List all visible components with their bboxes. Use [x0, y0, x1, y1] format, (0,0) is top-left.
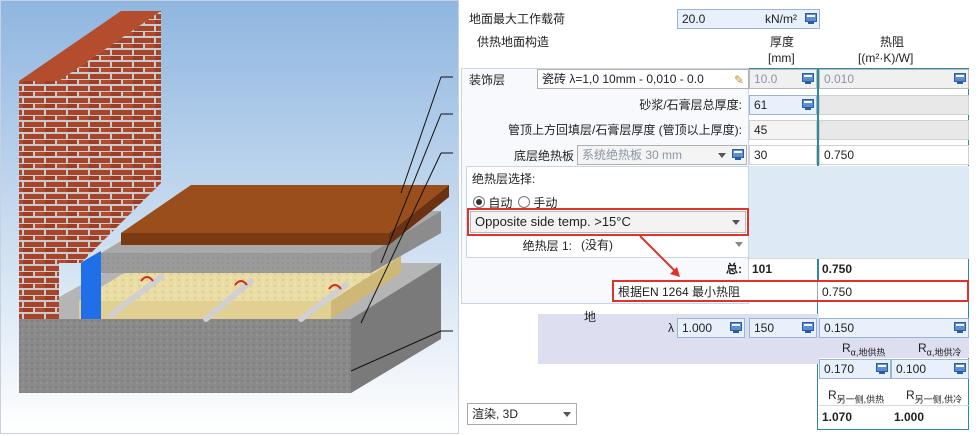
ground-resistance-value: 0.150: [824, 321, 855, 335]
finish-layer-thickness-value: 10.0: [754, 72, 778, 86]
pencil-icon[interactable]: ✎: [734, 71, 744, 88]
ground-thickness-field[interactable]: 150: [749, 318, 817, 338]
ground-lambda-field[interactable]: 1.000: [677, 318, 745, 338]
ground-thickness-value: 150: [754, 321, 775, 335]
radio-auto-circle[interactable]: [473, 196, 485, 208]
calculator-icon[interactable]: [954, 73, 966, 84]
insulation-layer1-label: 绝热层 1:: [522, 239, 572, 253]
calculator-icon[interactable]: [802, 73, 814, 84]
finish-layer-select-value: 瓷砖 λ=1,0 10mm - 0,010 - 0.0: [542, 72, 704, 86]
finish-layer-select[interactable]: 瓷砖 λ=1,0 10mm - 0,010 - 0.0 ✎: [537, 69, 749, 89]
ground-lambda-value: 1.000: [682, 321, 713, 335]
calculator-icon[interactable]: [876, 363, 888, 374]
ground-label: 地: [584, 310, 597, 324]
max-load-label: 地面最大工作载荷: [469, 12, 566, 26]
calculator-icon[interactable]: [954, 322, 966, 333]
total-divider: [747, 258, 969, 259]
screed-thickness-value: 61: [754, 98, 768, 112]
chevron-down-icon: [563, 412, 571, 417]
total-label: 总:: [726, 262, 742, 276]
thickness-empty-area: [747, 166, 819, 258]
ground-resistance-field[interactable]: 0.150: [819, 318, 969, 338]
floor-construction-3d-illustration: [1, 1, 458, 433]
r-alpha-heat-field[interactable]: 0.170: [819, 359, 891, 379]
en1264-resistance: 0.750: [822, 285, 853, 299]
base-insulation-select-value: 系统绝热板 30 mm: [582, 148, 683, 162]
screed-resistance-empty: [819, 95, 969, 115]
r-other-heat-value: 1.070: [822, 410, 853, 424]
base-insulation-resistance: 0.750: [819, 145, 969, 165]
screed-label: 砂浆/石膏层总厚度:: [639, 98, 742, 112]
base-insulation-thickness: 30: [749, 145, 817, 165]
r-other-divider: [819, 405, 969, 406]
r-alpha-cool-header: Rα,地供冷: [918, 341, 962, 358]
r-alpha-cool-value: 0.100: [896, 362, 927, 376]
above-pipe-thickness-value: 45: [754, 123, 768, 137]
base-insulation-label: 底层绝热板: [513, 149, 574, 163]
max-load-value: 20.0: [682, 12, 706, 26]
r-alpha-heat-value: 0.170: [824, 362, 855, 376]
r-other-cool-value: 1.000: [894, 410, 925, 424]
construction-title: 供热地面构造: [477, 35, 550, 49]
base-insulation-thickness-value: 30: [754, 148, 768, 162]
lambda-label: λ: [668, 321, 674, 335]
max-load-unit: kN/m²: [765, 12, 797, 26]
finish-layer-thickness[interactable]: 10.0: [749, 69, 817, 89]
thickness-column-header: 厚度: [770, 35, 795, 49]
calculator-icon[interactable]: [730, 322, 742, 333]
thickness-column-unit: [mm]: [768, 51, 795, 65]
insulation-choice-title: 绝热层选择:: [472, 172, 536, 186]
callout-arrow: [639, 235, 680, 277]
base-insulation-resistance-value: 0.750: [824, 148, 855, 162]
above-pipe-resistance-empty: [819, 120, 969, 140]
r-alpha-cool-field[interactable]: 0.100: [891, 359, 969, 379]
screed-thickness[interactable]: 61: [749, 95, 817, 115]
render-mode-value: 渲染, 3D: [472, 407, 519, 421]
resistance-empty-area: [819, 166, 969, 258]
render-mode-select[interactable]: 渲染, 3D: [467, 403, 577, 425]
en1264-separator: [817, 282, 818, 300]
calculator-icon[interactable]: [805, 13, 817, 24]
finish-layer-label: 装饰层: [469, 73, 506, 87]
radio-manual-circle[interactable]: [518, 196, 530, 208]
en1264-label: 根据EN 1264 最小热阻: [618, 285, 741, 299]
r-alpha-heat-header: Rα,地供热: [842, 341, 886, 358]
chevron-down-icon: [735, 242, 743, 247]
calculator-icon[interactable]: [802, 99, 814, 110]
total-resistance: 0.750: [822, 262, 853, 276]
finish-layer-resistance[interactable]: 0.010: [819, 69, 969, 89]
finish-layer-resistance-value: 0.010: [824, 72, 855, 86]
total-thickness: 101: [752, 262, 773, 276]
calculator-icon[interactable]: [954, 363, 966, 374]
resistance-column-header: 热阻: [880, 35, 905, 49]
above-pipe-label: 管顶上方回填层/石膏层厚度 (管顶以上厚度):: [508, 123, 742, 137]
calculator-icon[interactable]: [732, 149, 744, 160]
resistance-column-unit: [(m²·K)/W]: [858, 51, 914, 65]
calculator-icon[interactable]: [802, 322, 814, 333]
base-insulation-select[interactable]: 系统绝热板 30 mm: [577, 145, 747, 165]
above-pipe-thickness: 45: [749, 120, 817, 140]
render-panel[interactable]: [0, 0, 459, 434]
max-load-field[interactable]: 20.0 kN/m²: [677, 9, 820, 29]
chevron-down-icon: [718, 153, 726, 158]
